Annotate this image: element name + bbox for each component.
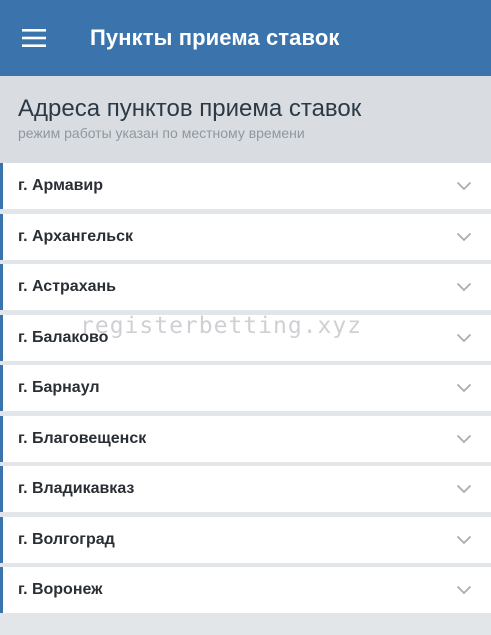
section-header: Адреса пунктов приема ставок режим работ… xyxy=(0,76,491,163)
city-name: г. Архангельск xyxy=(18,227,133,245)
city-item[interactable]: г. Барнаул xyxy=(0,365,491,411)
city-list: г. Армавир г. Архангельск г. Астрахань г… xyxy=(0,163,491,618)
city-name: г. Воронеж xyxy=(18,581,103,598)
page-title: Пункты приема ставок xyxy=(90,25,340,50)
hamburger-menu-icon xyxy=(22,29,46,47)
city-item[interactable]: г. Армавир xyxy=(0,163,491,209)
city-name: г. Барнаул xyxy=(18,379,100,396)
city-name: г. Армавир xyxy=(18,177,104,194)
chevron-down-icon xyxy=(456,535,472,545)
city-item[interactable]: г. Волгоград xyxy=(0,516,491,563)
chevron-down-icon xyxy=(456,232,472,242)
city-name: г. Волгоград xyxy=(18,530,115,548)
city-name: г. Балаково xyxy=(18,328,109,346)
city-item[interactable]: г. Балаково xyxy=(0,314,491,361)
chevron-down-icon xyxy=(456,333,472,343)
app-bar: Пункты приема ставок xyxy=(0,0,491,76)
chevron-down-icon xyxy=(456,585,472,595)
city-name: г. Астрахань xyxy=(18,278,116,295)
section-subtitle: режим работы указан по местному времени xyxy=(18,125,305,141)
menu-button[interactable] xyxy=(0,0,68,76)
city-name: г. Владикавказ xyxy=(18,480,135,497)
chevron-down-icon xyxy=(456,484,472,494)
chevron-down-icon xyxy=(456,282,472,292)
city-item[interactable]: г. Благовещенск xyxy=(0,415,491,462)
city-name: г. Благовещенск xyxy=(18,429,147,447)
city-item[interactable]: г. Владикавказ xyxy=(0,466,491,512)
city-item[interactable]: г. Архангельск xyxy=(0,213,491,260)
chevron-down-icon xyxy=(456,434,472,444)
city-item[interactable]: г. Астрахань xyxy=(0,264,491,310)
city-item[interactable]: г. Воронеж xyxy=(0,567,491,613)
chevron-down-icon xyxy=(456,383,472,393)
section-title: Адреса пунктов приема ставок xyxy=(18,95,362,122)
chevron-down-icon xyxy=(456,181,472,191)
